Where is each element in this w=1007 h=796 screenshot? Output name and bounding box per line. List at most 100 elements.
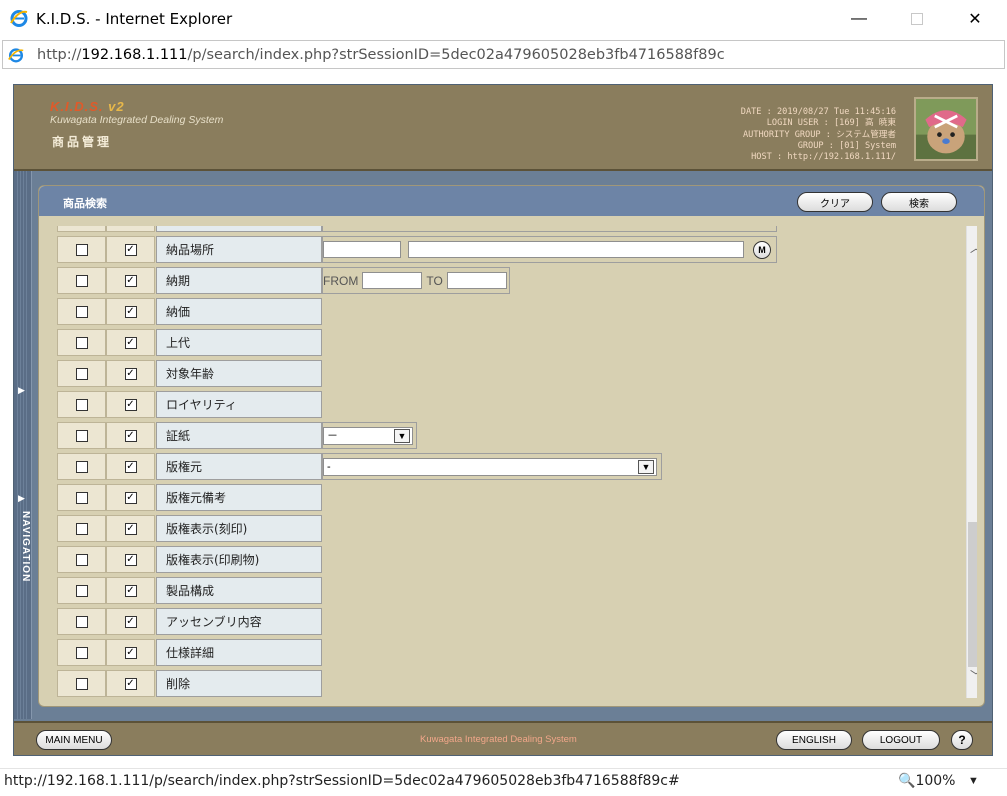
display-checkbox[interactable] bbox=[75, 305, 88, 318]
scroll-up-icon[interactable]: ︿ bbox=[967, 238, 977, 256]
maximize-button[interactable] bbox=[894, 0, 940, 38]
field-label: 仕様詳細 bbox=[156, 639, 322, 666]
address-url[interactable]: http://192.168.1.111/p/search/index.php?… bbox=[37, 47, 725, 63]
search-check-cell: ✓ bbox=[106, 546, 155, 573]
display-checkbox[interactable] bbox=[75, 243, 88, 256]
display-checkbox[interactable] bbox=[75, 460, 88, 473]
search-checkbox[interactable]: ✓ bbox=[124, 615, 137, 628]
delivery-place-name-input[interactable] bbox=[408, 241, 744, 258]
search-checkbox[interactable]: ✓ bbox=[124, 398, 137, 411]
display-check-cell bbox=[57, 484, 106, 511]
search-checkbox[interactable]: ✓ bbox=[124, 243, 137, 256]
status-bar: http://192.168.1.111/p/search/index.php?… bbox=[0, 768, 1007, 796]
display-checkbox[interactable] bbox=[75, 677, 88, 690]
display-check-cell bbox=[57, 670, 106, 697]
help-button[interactable]: ? bbox=[951, 730, 973, 750]
display-checkbox[interactable] bbox=[75, 336, 88, 349]
window-title: K.I.D.S. - Internet Explorer bbox=[36, 10, 233, 28]
display-checkbox[interactable] bbox=[75, 584, 88, 597]
zoom-level[interactable]: 🔍100% bbox=[898, 773, 955, 789]
display-check-cell bbox=[57, 422, 106, 449]
copyright-holder-selected-value: - bbox=[327, 460, 331, 473]
search-fields-list[interactable]: ✓ 納品場所 M ✓ 納期 FROM TO ✓ 納価 ✓ 上代 ✓ 対象年齢 ✓… bbox=[47, 226, 977, 698]
search-check-cell: ✓ bbox=[106, 422, 155, 449]
scrollbar-thumb[interactable] bbox=[968, 522, 977, 667]
url-host: 192.168.1.111 bbox=[81, 47, 188, 63]
main-menu-button[interactable]: MAIN MENU bbox=[36, 730, 112, 750]
navigation-label: NAVIGATION bbox=[20, 511, 31, 583]
navigation-toggle[interactable]: ▶ NAVIGATION ▶ bbox=[14, 171, 32, 719]
search-checkbox[interactable]: ✓ bbox=[124, 646, 137, 659]
copyright-holder-select[interactable]: - ▼ bbox=[323, 457, 657, 476]
search-checkbox[interactable]: ✓ bbox=[124, 584, 137, 597]
kids-logo[interactable]: K.I.D.S. v2 bbox=[50, 99, 125, 114]
delivery-place-code-input[interactable] bbox=[323, 241, 401, 258]
field-label: 版権元備考 bbox=[156, 484, 322, 511]
logout-button[interactable]: LOGOUT bbox=[862, 730, 940, 750]
address-bar[interactable]: http://192.168.1.111/p/search/index.php?… bbox=[2, 40, 1005, 69]
display-checkbox[interactable] bbox=[75, 367, 88, 380]
master-lookup-button[interactable]: M bbox=[753, 240, 771, 259]
logo-subtitle: Kuwagata Integrated Dealing System bbox=[50, 114, 224, 126]
display-check-cell bbox=[57, 391, 106, 418]
field-label: ロイヤリティ bbox=[156, 391, 322, 418]
delivery-date-to-input[interactable] bbox=[446, 272, 507, 289]
search-checkbox[interactable]: ✓ bbox=[124, 491, 137, 504]
url-path: /p/search/index.php?strSessionID=5dec02a… bbox=[187, 47, 725, 63]
field-control bbox=[322, 226, 777, 232]
search-check-cell: ✓ bbox=[106, 577, 155, 604]
search-check-cell bbox=[106, 226, 155, 232]
display-checkbox[interactable] bbox=[75, 398, 88, 411]
search-check-cell: ✓ bbox=[106, 608, 155, 635]
field-label: 対象年齢 bbox=[156, 360, 322, 387]
search-checkbox[interactable]: ✓ bbox=[124, 367, 137, 380]
title-bar: K.I.D.S. - Internet Explorer — ✕ bbox=[0, 0, 1007, 38]
display-checkbox[interactable] bbox=[75, 615, 88, 628]
search-checkbox[interactable]: ✓ bbox=[124, 677, 137, 690]
display-checkbox[interactable] bbox=[75, 491, 88, 504]
display-check-cell bbox=[57, 329, 106, 356]
field-label: 上代 bbox=[156, 329, 322, 356]
display-checkbox[interactable] bbox=[75, 429, 88, 442]
logo-main: K.I.D.S. bbox=[50, 99, 104, 114]
field-label: 証紙 bbox=[156, 422, 322, 449]
search-check-cell: ✓ bbox=[106, 484, 155, 511]
search-checkbox[interactable]: ✓ bbox=[124, 522, 137, 535]
panel-header: 商品検索 クリア 検索 bbox=[39, 186, 984, 216]
search-checkbox[interactable]: ✓ bbox=[124, 553, 137, 566]
search-checkbox[interactable]: ✓ bbox=[124, 274, 137, 287]
search-check-cell: ✓ bbox=[106, 639, 155, 666]
search-checkbox[interactable]: ✓ bbox=[124, 336, 137, 349]
info-login-user: LOGIN USER : [169] 高 暁東 bbox=[766, 118, 896, 129]
search-checkbox[interactable]: ✓ bbox=[124, 429, 137, 442]
zoom-icon: 🔍 bbox=[898, 773, 916, 789]
footer-system-name: Kuwagata Integrated Dealing System bbox=[420, 734, 577, 745]
display-checkbox[interactable] bbox=[75, 553, 88, 566]
search-checkbox[interactable]: ✓ bbox=[124, 305, 137, 318]
display-check-cell bbox=[57, 608, 106, 635]
display-checkbox[interactable] bbox=[75, 646, 88, 659]
display-checkbox[interactable] bbox=[75, 274, 88, 287]
section-title: 商品管理 bbox=[52, 135, 113, 149]
vertical-scrollbar[interactable]: ︿ ﹀ bbox=[966, 226, 977, 698]
chevron-down-icon: ▼ bbox=[638, 459, 654, 474]
search-button[interactable]: 検索 bbox=[881, 192, 957, 212]
chevron-down-icon: ▼ bbox=[394, 428, 410, 443]
field-label bbox=[156, 226, 322, 232]
user-avatar bbox=[914, 97, 978, 161]
field-label: 版権表示(印刷物) bbox=[156, 546, 322, 573]
english-button[interactable]: ENGLISH bbox=[776, 730, 852, 750]
minimize-button[interactable]: — bbox=[836, 0, 882, 38]
close-button[interactable]: ✕ bbox=[952, 0, 998, 38]
info-authority-group: AUTHORITY GROUP : システム管理者 bbox=[742, 129, 896, 140]
delivery-date-from-input[interactable] bbox=[362, 272, 423, 289]
display-checkbox[interactable] bbox=[75, 522, 88, 535]
field-control: M bbox=[322, 236, 777, 263]
certificate-select[interactable]: － ▼ bbox=[323, 426, 413, 445]
search-checkbox[interactable]: ✓ bbox=[124, 460, 137, 473]
scroll-down-icon[interactable]: ﹀ bbox=[967, 666, 977, 684]
session-info: DATE : 2019/08/27 Tue 11:45:16 LOGIN USE… bbox=[741, 107, 896, 163]
clear-button[interactable]: クリア bbox=[797, 192, 873, 212]
zoom-dropdown-icon[interactable]: ▼ bbox=[968, 775, 979, 787]
display-check-cell bbox=[57, 298, 106, 325]
